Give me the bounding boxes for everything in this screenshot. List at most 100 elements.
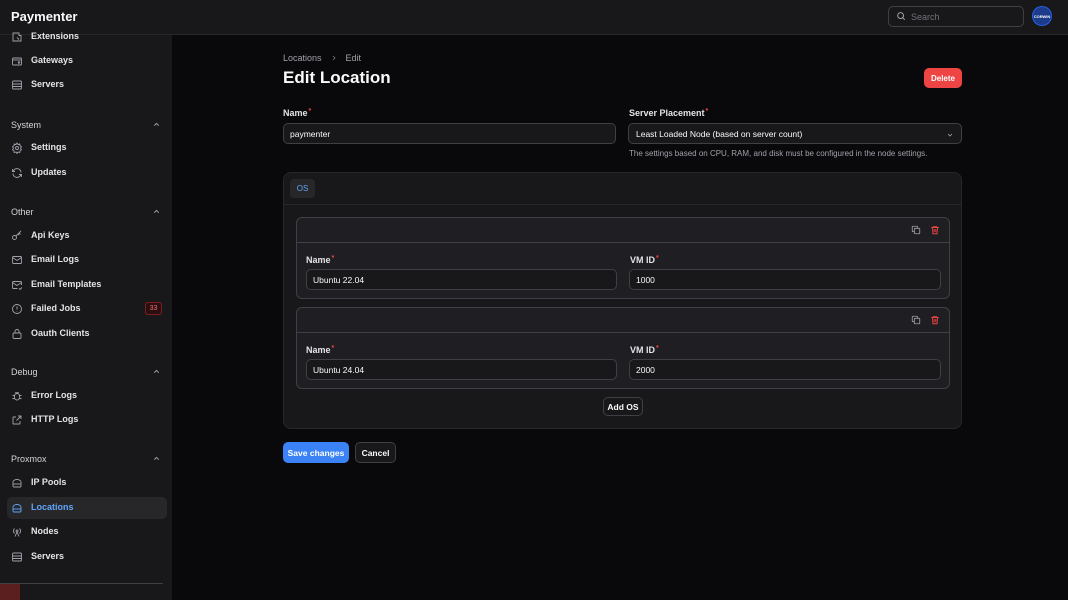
sidebar-item-label: Failed Jobs <box>31 303 81 313</box>
refresh-icon <box>12 168 22 178</box>
trash-icon[interactable] <box>930 225 940 235</box>
sidebar-group-debug[interactable]: Debug <box>11 367 161 377</box>
save-button[interactable]: Save changes <box>283 442 349 463</box>
sidebar-group-other[interactable]: Other <box>11 207 161 217</box>
chevron-up-icon <box>153 456 160 460</box>
brand-logo[interactable]: Paymenter <box>11 9 77 24</box>
alert-circle-icon <box>12 304 22 314</box>
sidebar-item-label: HTTP Logs <box>31 414 79 424</box>
sidebar-item-updates[interactable]: Updates <box>7 162 167 184</box>
bug-icon <box>12 391 22 401</box>
puzzle-icon <box>12 32 22 42</box>
sidebar-item-label: Nodes <box>31 526 59 536</box>
server-icon <box>12 80 22 90</box>
failed-jobs-badge: 33 <box>145 302 162 315</box>
antenna-icon <box>13 528 21 537</box>
sidebar-item-api-keys[interactable]: Api Keys <box>7 225 167 247</box>
os-name-field[interactable] <box>306 269 617 290</box>
sidebar-item-label: Email Templates <box>31 279 102 289</box>
delete-button[interactable]: Delete <box>924 68 962 88</box>
os-item: Name* VM ID* <box>296 217 950 299</box>
sidebar-item-gateways[interactable]: Gateways <box>7 50 167 72</box>
cancel-button[interactable]: Cancel <box>355 442 396 463</box>
external-link-icon <box>12 415 22 425</box>
os-vmid-label: VM ID* <box>630 345 659 355</box>
sidebar-item-label: Locations <box>31 502 74 512</box>
os-tab-bar: OS <box>284 173 961 205</box>
sidebar-item-label: Error Logs <box>31 390 78 400</box>
sidebar-item-oauth-clients[interactable]: Oauth Clients <box>7 323 167 345</box>
sidebar-item-extensions[interactable]: Extensions <box>7 26 167 48</box>
os-repeater: OS Name* VM ID* Name* <box>283 172 962 429</box>
sidebar-item-nodes[interactable]: Nodes <box>7 521 167 543</box>
server-icon <box>12 552 22 562</box>
sidebar-item-label: Gateways <box>31 55 74 65</box>
os-name-field[interactable] <box>306 359 617 380</box>
sidebar-item-label: Servers <box>31 79 65 89</box>
search-icon <box>897 12 906 21</box>
server-placement-label: Server Placement* <box>629 108 709 118</box>
add-os-button[interactable]: Add OS <box>603 397 643 416</box>
sidebar-item-email-templates[interactable]: Email Templates <box>7 274 167 296</box>
os-vmid-input[interactable] <box>630 360 940 380</box>
wallet-icon <box>12 57 22 66</box>
os-item-header <box>297 308 949 333</box>
tab-os[interactable]: OS <box>290 179 315 198</box>
mail-check-icon <box>12 281 23 291</box>
database-icon <box>12 479 22 488</box>
server-placement-select[interactable]: Least Loaded Node (based on server count… <box>628 123 962 144</box>
sidebar-item-servers[interactable]: Servers <box>7 546 167 568</box>
os-name-label: Name* <box>306 345 335 355</box>
sidebar-group-system[interactable]: System <box>11 120 161 130</box>
name-label: Name* <box>283 108 312 118</box>
sidebar-item-http-logs[interactable]: HTTP Logs <box>7 409 167 431</box>
sidebar-item-label: Oauth Clients <box>31 328 90 338</box>
os-vmid-label: VM ID* <box>630 255 659 265</box>
group-label: Other <box>11 207 34 217</box>
os-vmid-field[interactable] <box>629 269 941 290</box>
os-name-input[interactable] <box>307 360 616 380</box>
sidebar-item-label: Email Logs <box>31 254 80 264</box>
clone-icon[interactable] <box>911 225 921 235</box>
page-title: Edit Location <box>283 68 391 87</box>
sidebar-item-settings[interactable]: Settings <box>7 137 167 159</box>
sidebar-group-proxmox[interactable]: Proxmox <box>11 454 161 464</box>
chevron-right-icon <box>332 55 336 61</box>
search-input[interactable] <box>911 9 1019 24</box>
breadcrumb: Locations Edit <box>283 53 361 63</box>
os-vmid-field[interactable] <box>629 359 941 380</box>
lock-icon <box>12 329 22 339</box>
avatar[interactable]: CORWIN <box>1033 7 1051 25</box>
chevron-up-icon <box>153 122 160 126</box>
group-label: System <box>11 120 42 130</box>
name-input[interactable] <box>284 124 615 144</box>
sidebar-item-error-logs[interactable]: Error Logs <box>7 385 167 407</box>
os-vmid-input[interactable] <box>630 270 940 290</box>
os-item-header <box>297 218 949 243</box>
os-item: Name* VM ID* <box>296 307 950 389</box>
sidebar-divider <box>0 583 163 584</box>
sidebar-item-label: Settings <box>31 142 67 152</box>
clone-icon[interactable] <box>911 315 921 325</box>
sidebar-item-servers-top[interactable]: Servers <box>7 74 167 96</box>
sidebar-item-label: Extensions <box>31 31 80 41</box>
debug-toolbar-toggle[interactable] <box>0 584 20 600</box>
sidebar-item-email-logs[interactable]: Email Logs <box>7 249 167 271</box>
group-label: Proxmox <box>11 454 47 464</box>
sidebar-item-label: Updates <box>31 167 67 177</box>
cloud-icon <box>12 504 22 513</box>
name-field[interactable] <box>283 123 616 144</box>
breadcrumb-locations[interactable]: Locations <box>283 53 322 63</box>
chevron-up-icon <box>153 209 160 213</box>
chevron-up-icon <box>153 369 160 373</box>
sidebar-item-ip-pools[interactable]: IP Pools <box>7 472 167 494</box>
sidebar-item-failed-jobs[interactable]: Failed Jobs 33 <box>7 298 167 320</box>
trash-icon[interactable] <box>930 315 940 325</box>
sidebar-item-locations[interactable]: Locations <box>7 497 167 519</box>
chevron-down-icon <box>947 133 953 137</box>
sidebar-item-label: Servers <box>31 551 65 561</box>
breadcrumb-edit: Edit <box>345 53 362 63</box>
search-box[interactable] <box>888 6 1024 27</box>
os-name-input[interactable] <box>307 270 616 290</box>
os-name-label: Name* <box>306 255 335 265</box>
